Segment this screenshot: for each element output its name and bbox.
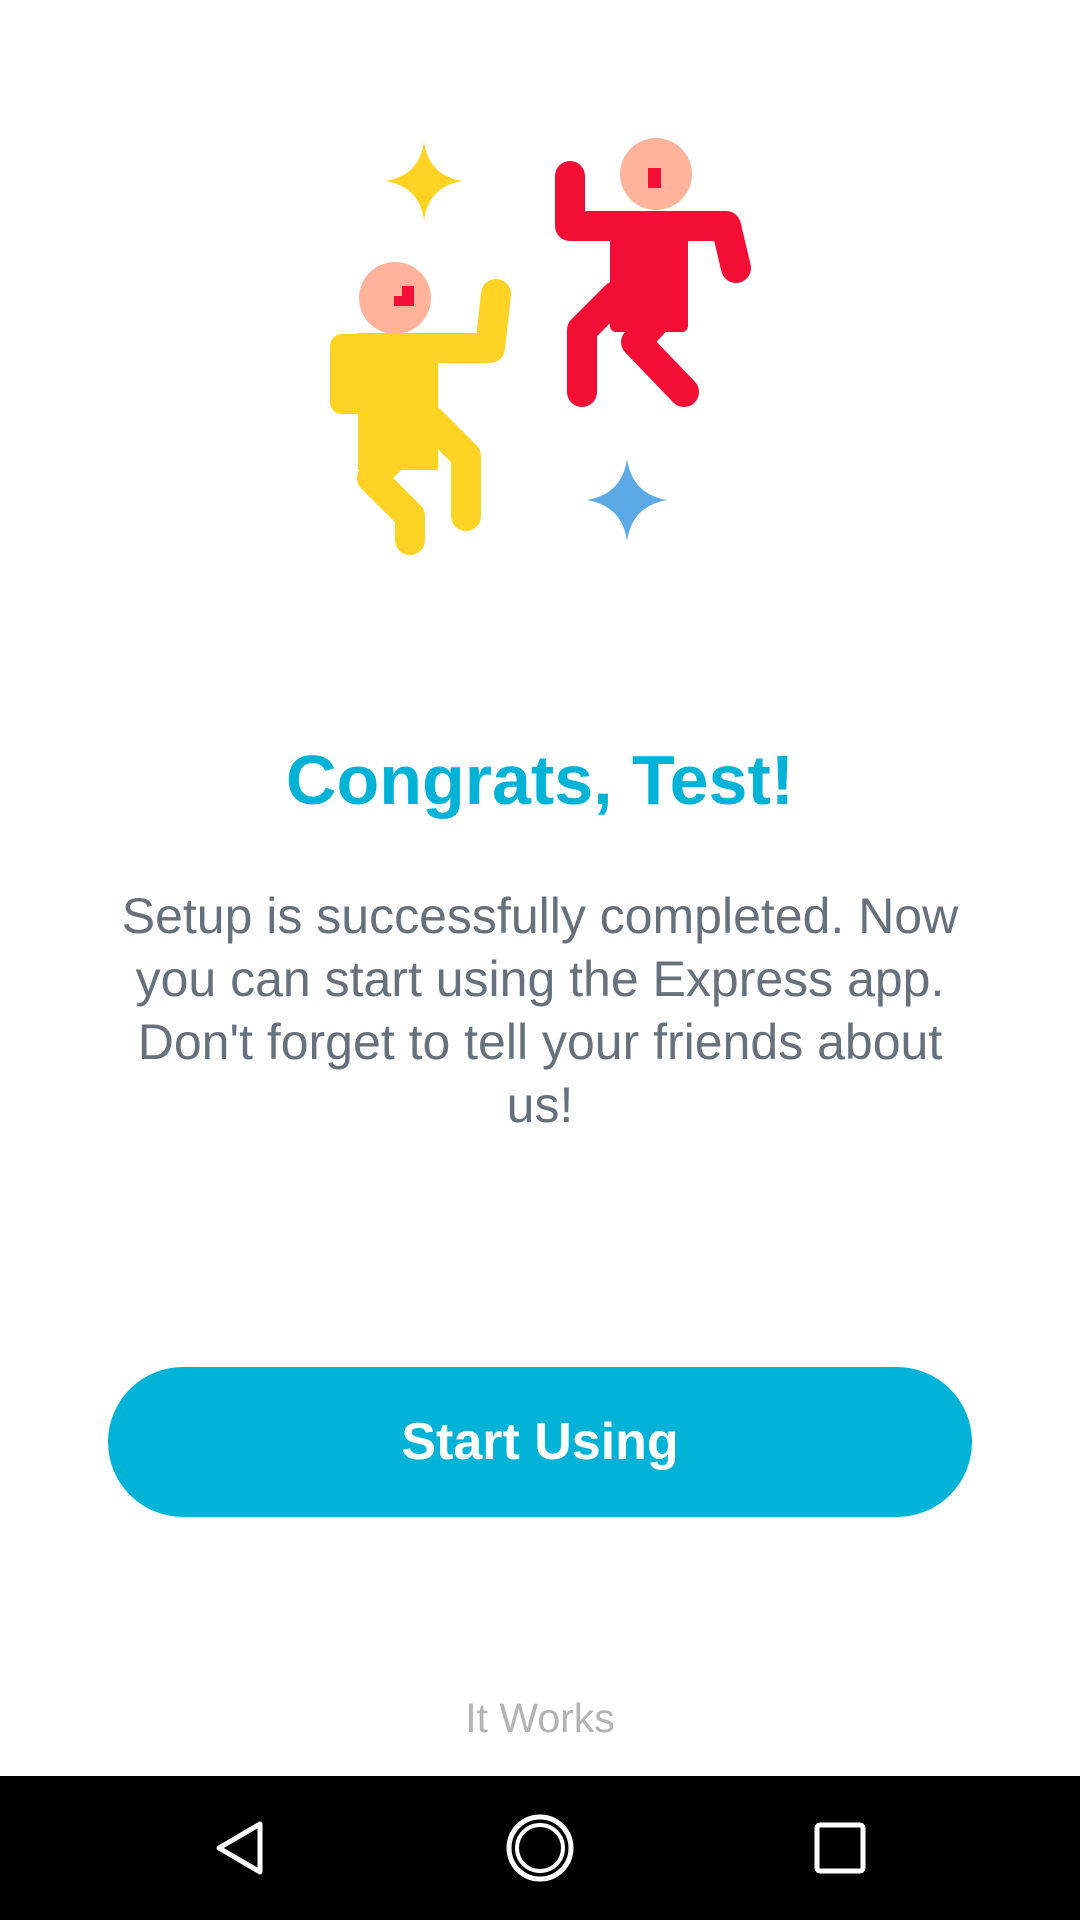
system-navigation-bar <box>0 1776 1080 1920</box>
congrats-screen: Congrats, Test! Setup is successfully co… <box>0 0 1080 1920</box>
recents-button[interactable] <box>790 1798 890 1898</box>
sparkle-blue-icon <box>587 459 667 541</box>
back-button[interactable] <box>190 1798 290 1898</box>
recents-square-icon <box>814 1822 866 1874</box>
back-triangle-icon <box>216 1821 263 1875</box>
congrats-title: Congrats, Test! <box>285 741 795 819</box>
start-using-button[interactable]: Start Using <box>108 1367 972 1517</box>
footer-label: It Works <box>465 1695 615 1741</box>
red-person-icon <box>555 138 751 407</box>
celebrating-people-illustration <box>330 138 751 555</box>
setup-complete-message: Setup is successfully completed. Now you… <box>121 888 959 1133</box>
sparkle-yellow-icon <box>385 142 463 220</box>
home-circle-icon <box>506 1814 574 1882</box>
home-button[interactable] <box>490 1798 590 1898</box>
yellow-person-icon <box>330 262 511 555</box>
start-using-button-label: Start Using <box>401 1413 679 1471</box>
